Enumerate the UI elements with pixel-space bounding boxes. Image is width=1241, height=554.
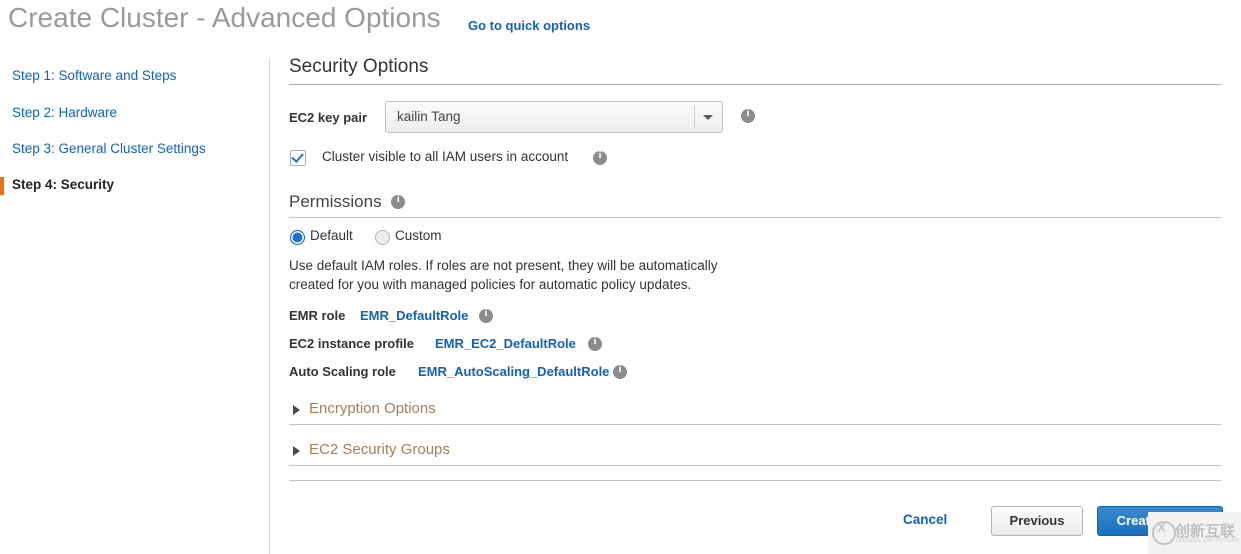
section-divider bbox=[289, 424, 1221, 425]
ec2-key-pair-value: kailin Tang bbox=[397, 109, 461, 124]
emr-role-row: EMR role EMR_DefaultRole bbox=[289, 306, 1221, 328]
ec2-instance-profile-link[interactable]: EMR_EC2_DefaultRole bbox=[435, 336, 576, 351]
page-header: Create Cluster - Advanced Options Go to … bbox=[0, 0, 1241, 50]
sidebar-item-step-2[interactable]: Step 2: Hardware bbox=[0, 105, 260, 125]
wizard-steps-sidebar: Step 1: Software and Steps Step 2: Hardw… bbox=[0, 58, 270, 554]
sidebar-item-step-3[interactable]: Step 3: General Cluster Settings bbox=[0, 141, 260, 161]
emr-role-label: EMR role bbox=[289, 308, 346, 323]
ec2-key-pair-row: EC2 key pair kailin Tang bbox=[289, 101, 1221, 135]
info-icon[interactable] bbox=[391, 194, 406, 209]
encryption-options-section[interactable]: Encryption Options bbox=[289, 400, 1221, 425]
sidebar-item-step-1[interactable]: Step 1: Software and Steps bbox=[0, 68, 260, 88]
permissions-radio-group: Default Custom bbox=[289, 228, 1221, 252]
chevron-right-icon bbox=[293, 446, 300, 456]
section-divider bbox=[289, 465, 1221, 466]
ec2-security-groups-section[interactable]: EC2 Security Groups bbox=[289, 441, 1221, 466]
go-to-quick-options-link[interactable]: Go to quick options bbox=[468, 18, 590, 33]
auto-scaling-role-row: Auto Scaling role EMR_AutoScaling_Defaul… bbox=[289, 362, 1221, 384]
cluster-visible-checkbox[interactable] bbox=[290, 150, 306, 166]
section-title: Security Options bbox=[289, 56, 429, 77]
permissions-radio-default[interactable] bbox=[290, 230, 305, 245]
permissions-divider bbox=[289, 217, 1221, 218]
footer-divider bbox=[289, 480, 1221, 481]
encryption-options-label: Encryption Options bbox=[309, 400, 436, 417]
permissions-radio-custom-label[interactable]: Custom bbox=[395, 228, 442, 243]
ec2-instance-profile-label: EC2 instance profile bbox=[289, 336, 414, 351]
cancel-button[interactable]: Cancel bbox=[903, 512, 947, 527]
info-icon[interactable] bbox=[741, 108, 755, 123]
permissions-radio-custom[interactable] bbox=[375, 230, 390, 245]
circled-x-logo-icon bbox=[1152, 520, 1176, 545]
permissions-header: Permissions bbox=[289, 192, 1221, 212]
auto-scaling-role-link[interactable]: EMR_AutoScaling_DefaultRole bbox=[418, 364, 609, 379]
active-step-marker bbox=[0, 177, 4, 195]
chevron-down-icon bbox=[703, 115, 713, 120]
select-separator bbox=[694, 106, 695, 128]
permissions-radio-default-label[interactable]: Default bbox=[310, 228, 353, 243]
ec2-instance-profile-row: EC2 instance profile EMR_EC2_DefaultRole bbox=[289, 334, 1221, 356]
ec2-key-pair-label: EC2 key pair bbox=[289, 110, 368, 125]
permissions-description: Use default IAM roles. If roles are not … bbox=[289, 258, 718, 292]
auto-scaling-role-label: Auto Scaling role bbox=[289, 364, 396, 379]
info-icon[interactable] bbox=[593, 150, 607, 165]
ec2-security-groups-label: EC2 Security Groups bbox=[309, 441, 450, 458]
info-icon[interactable] bbox=[613, 364, 627, 379]
info-icon[interactable] bbox=[588, 336, 602, 351]
chevron-right-icon bbox=[293, 405, 300, 415]
cluster-visible-row: Cluster visible to all IAM users in acco… bbox=[289, 149, 1221, 175]
sidebar-item-label: Step 4: Security bbox=[12, 177, 115, 192]
sidebar-item-label: Step 2: Hardware bbox=[12, 105, 118, 120]
sidebar-item-step-4[interactable]: Step 4: Security bbox=[0, 177, 260, 197]
section-divider bbox=[289, 84, 1221, 85]
emr-role-link[interactable]: EMR_DefaultRole bbox=[360, 308, 468, 323]
previous-button[interactable]: Previous bbox=[991, 506, 1083, 536]
watermark-overlay: 创新互联 CHUANG XIN HU LIAN bbox=[1148, 512, 1241, 554]
ec2-key-pair-select[interactable]: kailin Tang bbox=[385, 101, 723, 133]
watermark-pinyin-text: CHUANG XIN HU LIAN bbox=[1176, 538, 1240, 544]
page-title: Create Cluster - Advanced Options bbox=[8, 2, 441, 33]
sidebar-item-label: Step 3: General Cluster Settings bbox=[12, 141, 206, 156]
cluster-visible-label: Cluster visible to all IAM users in acco… bbox=[322, 149, 569, 164]
permissions-title: Permissions bbox=[289, 192, 382, 211]
info-icon[interactable] bbox=[479, 308, 493, 323]
security-options-panel: Security Options EC2 key pair kailin Tan… bbox=[289, 56, 1221, 466]
sidebar-item-label: Step 1: Software and Steps bbox=[12, 68, 177, 83]
